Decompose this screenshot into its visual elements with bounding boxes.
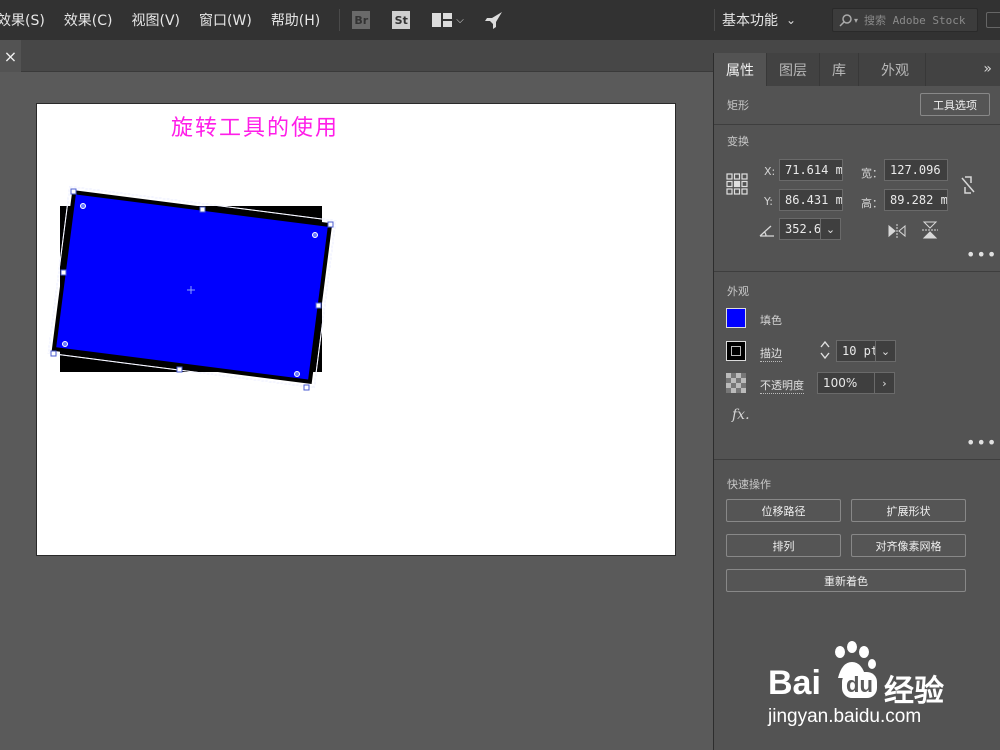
effects-fx-icon[interactable]: fx.: [732, 407, 750, 423]
flip-vertical-icon[interactable]: [922, 221, 938, 243]
workspace-separator: [714, 9, 715, 31]
panel-menu-icon[interactable]: »: [983, 61, 992, 77]
y-position-field[interactable]: 86.431 m: [779, 189, 843, 211]
stock-icon[interactable]: St: [392, 11, 411, 29]
menu-view[interactable]: 视图(V): [132, 10, 181, 30]
width-label: 宽：: [861, 167, 883, 180]
baidu-jingyan-watermark: Bai du 经验 jingyan.baidu.com: [762, 640, 982, 730]
align-pixel-grid-button[interactable]: 对齐像素网格: [851, 534, 966, 557]
panel-tabs: 属性 图层 库 外观 »: [714, 53, 1000, 86]
menu-window[interactable]: 窗口(W): [199, 10, 252, 30]
stroke-weight-dropdown[interactable]: ⌄: [876, 340, 896, 362]
recolor-button[interactable]: 重新着色: [726, 569, 966, 592]
workspace-label: 基本功能: [722, 13, 778, 29]
reference-point-icon[interactable]: [726, 173, 748, 199]
tab-properties[interactable]: 属性: [714, 53, 767, 86]
artboard[interactable]: 旋转工具的使用: [36, 103, 676, 556]
chevron-down-icon: ⌄: [786, 13, 797, 27]
menu-select[interactable]: 效果(S): [0, 10, 45, 30]
quick-actions-section-label: 快速操作: [727, 478, 771, 491]
chevron-down-icon: ▾: [854, 15, 859, 25]
rotation-angle-field[interactable]: 352.6£: [779, 218, 821, 240]
offset-path-button[interactable]: 位移路径: [726, 499, 841, 522]
divider: [714, 271, 1000, 272]
menu-effect[interactable]: 效果(C): [64, 10, 113, 30]
watermark-brand: Bai: [768, 664, 821, 702]
workspace-switcher[interactable]: 基本功能 ⌄: [714, 0, 797, 40]
appearance-section-label: 外观: [727, 285, 749, 298]
expand-shape-button[interactable]: 扩展形状: [851, 499, 966, 522]
menu-help[interactable]: 帮助(H): [271, 10, 320, 30]
close-tab-button[interactable]: ×: [0, 40, 21, 72]
window-control-icon[interactable]: [986, 12, 1000, 28]
more-transform-options-icon[interactable]: •••: [966, 245, 997, 264]
chevron-right-icon: ›: [882, 376, 887, 390]
opacity-field[interactable]: 100%: [817, 372, 875, 394]
tab-libraries[interactable]: 库: [820, 53, 859, 86]
transform-section-label: 变换: [727, 135, 749, 148]
fill-color-swatch[interactable]: [726, 308, 746, 328]
menu-separator: [339, 9, 341, 31]
divider: [714, 459, 1000, 460]
watermark-brand-cn: 经验: [884, 675, 944, 708]
more-appearance-options-icon[interactable]: •••: [966, 433, 997, 452]
height-label: 高：: [861, 197, 883, 210]
divider: [714, 124, 1000, 125]
opacity-slider-button[interactable]: ›: [875, 372, 895, 394]
constrain-proportions-icon[interactable]: [960, 175, 976, 199]
rotated-rectangle[interactable]: [51, 189, 333, 385]
artwork-canvas[interactable]: [37, 104, 676, 556]
stroke-label[interactable]: 描边: [760, 345, 782, 362]
tab-layers[interactable]: 图层: [767, 53, 820, 86]
chevron-down-icon: ⌵: [456, 14, 464, 26]
angle-icon: [759, 222, 775, 241]
chevron-down-icon: ⌄: [825, 222, 836, 236]
chevron-down-icon: ⌄: [880, 344, 891, 358]
stroke-weight-stepper-icon[interactable]: [819, 339, 831, 365]
rotation-angle-dropdown[interactable]: ⌄: [821, 218, 841, 240]
stock-search-input[interactable]: ▾ 搜索 Adobe Stock: [832, 8, 978, 32]
y-label: Y:: [764, 195, 773, 208]
x-position-field[interactable]: 71.614 m: [779, 159, 843, 181]
fill-label: 填色: [760, 314, 782, 327]
height-field[interactable]: 89.282 m: [884, 189, 948, 211]
flip-horizontal-icon[interactable]: [888, 223, 906, 242]
object-type-label: 矩形: [727, 99, 749, 112]
tool-options-button[interactable]: 工具选项: [920, 93, 990, 116]
bridge-icon[interactable]: Br: [352, 11, 371, 29]
rocket-icon[interactable]: [484, 10, 504, 30]
search-placeholder: 搜索 Adobe Stock: [864, 14, 966, 27]
width-field[interactable]: 127.096 :: [884, 159, 948, 181]
watermark-brand-du: du: [842, 672, 877, 698]
arrange-button[interactable]: 排列: [726, 534, 841, 557]
tab-appearance[interactable]: 外观: [859, 53, 926, 86]
opacity-label[interactable]: 不透明度: [760, 377, 804, 394]
search-icon: [839, 13, 853, 27]
stroke-color-swatch[interactable]: [726, 341, 746, 361]
arrange-documents-icon[interactable]: ⌵: [432, 13, 464, 27]
stroke-weight-field[interactable]: 10 pt: [836, 340, 876, 362]
watermark-url: jingyan.baidu.com: [768, 706, 922, 727]
x-label: X:: [764, 165, 776, 178]
opacity-checker-icon[interactable]: [726, 373, 746, 397]
